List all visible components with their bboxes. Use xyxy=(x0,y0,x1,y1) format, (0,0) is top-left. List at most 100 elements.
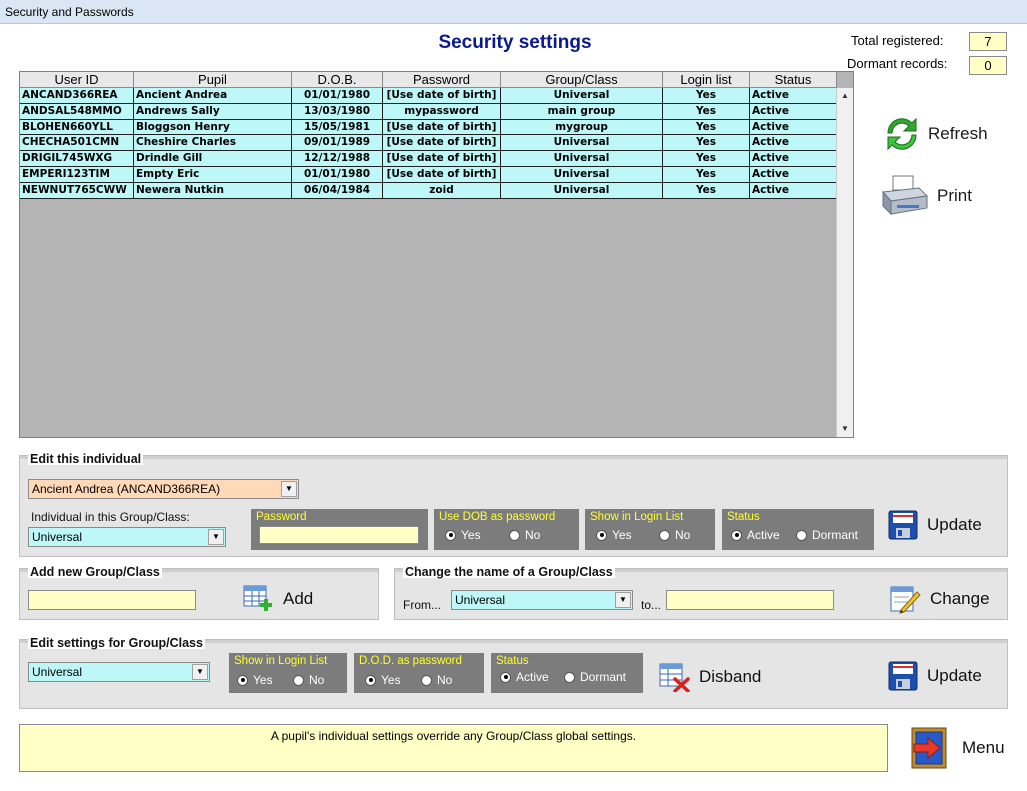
status-title: Status xyxy=(727,511,760,523)
add-table-icon xyxy=(243,585,272,611)
individual-group-select[interactable]: Universal ▼ xyxy=(28,527,226,547)
table-cell[interactable]: [Use date of birth] xyxy=(383,151,501,167)
login-yes-radio[interactable]: Yes xyxy=(596,528,632,542)
update-group-button[interactable]: Update xyxy=(888,661,982,691)
chevron-down-icon[interactable]: ▼ xyxy=(615,592,631,608)
table-row[interactable]: EMPERI123TIM Empty Eric 01/01/1980 [Use dat… xyxy=(20,166,837,183)
table-cell[interactable]: Yes xyxy=(663,182,750,199)
print-button[interactable]: Print xyxy=(879,174,972,218)
status-active-radio[interactable]: Active xyxy=(731,528,780,542)
individual-select[interactable]: Ancient Andrea (ANCAND366REA) ▼ xyxy=(28,479,299,499)
table-cell[interactable]: Active xyxy=(750,151,837,167)
table-cell[interactable]: Yes xyxy=(663,135,750,152)
table-cell[interactable]: NEWNUT765CWW xyxy=(20,182,134,199)
update-individual-button[interactable]: Update xyxy=(888,510,982,540)
table-cell[interactable]: Active xyxy=(750,119,837,136)
grid-vertical-scrollbar[interactable]: ▲ ▼ xyxy=(836,88,853,437)
table-cell[interactable]: ANCAND366REA xyxy=(20,88,134,104)
table-cell[interactable]: CHECHA501CMN xyxy=(20,135,134,152)
table-cell[interactable]: 01/01/1980 xyxy=(292,166,383,183)
table-cell[interactable]: Drindle Gill xyxy=(134,151,292,167)
group-status-active-radio[interactable]: Active xyxy=(500,670,549,684)
table-cell[interactable]: Active xyxy=(750,182,837,199)
group-login-no-radio[interactable]: No xyxy=(293,673,324,687)
table-cell[interactable]: Bloggson Henry xyxy=(134,119,292,136)
table-row[interactable]: NEWNUT765CWW Newera Nutkin 06/04/1984 zoid U… xyxy=(20,182,837,199)
table-cell[interactable]: zoid xyxy=(383,182,501,199)
table-cell[interactable]: mygroup xyxy=(501,119,663,136)
table-cell[interactable]: Ancient Andrea xyxy=(134,88,292,104)
dob-yes-radio[interactable]: Yes xyxy=(445,528,481,542)
table-cell[interactable]: 01/01/1980 xyxy=(292,88,383,104)
table-cell[interactable]: Universal xyxy=(501,166,663,183)
table-row[interactable]: CHECHA501CMN Cheshire Charles 09/01/1989 [U… xyxy=(20,135,837,152)
table-cell[interactable]: Newera Nutkin xyxy=(134,182,292,199)
from-group-select[interactable]: Universal ▼ xyxy=(451,590,633,610)
col-group-class[interactable]: Group/Class xyxy=(501,72,663,88)
scroll-up-icon[interactable]: ▲ xyxy=(837,88,853,104)
table-cell[interactable]: 12/12/1988 xyxy=(292,151,383,167)
dob-no-radio[interactable]: No xyxy=(509,528,540,542)
group-login-yes-radio[interactable]: Yes xyxy=(237,673,273,687)
table-cell[interactable]: 13/03/1980 xyxy=(292,103,383,120)
pupil-grid[interactable]: User ID Pupil D.O.B. Password Group/Clas… xyxy=(19,71,854,438)
group-dob-no-radio[interactable]: No xyxy=(421,673,452,687)
table-row[interactable]: DRIGIL745WXG Drindle Gill 12/12/1988 [Use d… xyxy=(20,151,837,167)
table-cell[interactable]: Universal xyxy=(501,151,663,167)
table-cell[interactable]: [Use date of birth] xyxy=(383,119,501,136)
table-cell[interactable]: Universal xyxy=(501,135,663,152)
chevron-down-icon[interactable]: ▼ xyxy=(192,664,208,680)
table-row[interactable]: ANDSAL548MMO Andrews Sally 13/03/1980 mypas… xyxy=(20,103,837,120)
table-cell[interactable]: 06/04/1984 xyxy=(292,182,383,199)
table-cell[interactable]: Active xyxy=(750,88,837,104)
table-cell[interactable]: DRIGIL745WXG xyxy=(20,151,134,167)
table-cell[interactable]: 15/05/1981 xyxy=(292,119,383,136)
change-group-button[interactable]: Change xyxy=(889,584,990,614)
table-cell[interactable]: Universal xyxy=(501,88,663,104)
table-row[interactable]: ANCAND366REA Ancient Andrea 01/01/1980 [Use… xyxy=(20,88,837,104)
table-cell[interactable]: Active xyxy=(750,166,837,183)
table-row[interactable]: BLOHEN660YLL Bloggson Henry 15/05/1981 [Use… xyxy=(20,119,837,136)
table-cell[interactable]: mypassword xyxy=(383,103,501,120)
refresh-button[interactable]: Refresh xyxy=(884,115,988,153)
table-cell[interactable]: Yes xyxy=(663,88,750,104)
col-dob[interactable]: D.O.B. xyxy=(292,72,383,88)
table-cell[interactable]: BLOHEN660YLL xyxy=(20,119,134,136)
status-dormant-radio[interactable]: Dormant xyxy=(796,528,858,542)
table-cell[interactable]: EMPERI123TIM xyxy=(20,166,134,183)
chevron-down-icon[interactable]: ▼ xyxy=(281,481,297,497)
table-cell[interactable]: Yes xyxy=(663,119,750,136)
col-status[interactable]: Status xyxy=(750,72,837,88)
chevron-down-icon[interactable]: ▼ xyxy=(208,529,224,545)
table-cell[interactable]: Active xyxy=(750,103,837,120)
password-input[interactable] xyxy=(259,526,419,544)
group-status-dormant-radio[interactable]: Dormant xyxy=(564,670,626,684)
new-group-input[interactable] xyxy=(28,590,196,610)
col-password[interactable]: Password xyxy=(383,72,501,88)
table-cell[interactable]: main group xyxy=(501,103,663,120)
table-cell[interactable]: 09/01/1989 xyxy=(292,135,383,152)
to-group-input[interactable] xyxy=(666,590,834,610)
add-group-button[interactable]: Add xyxy=(242,584,313,614)
table-cell[interactable]: Yes xyxy=(663,103,750,120)
col-pupil[interactable]: Pupil xyxy=(134,72,292,88)
table-cell[interactable]: Empty Eric xyxy=(134,166,292,183)
table-cell[interactable]: [Use date of birth] xyxy=(383,135,501,152)
scroll-down-icon[interactable]: ▼ xyxy=(837,421,853,437)
table-cell[interactable]: Andrews Sally xyxy=(134,103,292,120)
menu-button[interactable]: Menu xyxy=(910,726,1005,770)
table-cell[interactable]: Yes xyxy=(663,166,750,183)
edit-group-select[interactable]: Universal ▼ xyxy=(28,662,210,682)
col-login-list[interactable]: Login list xyxy=(663,72,750,88)
disband-button[interactable]: Disband xyxy=(658,662,761,692)
col-user-id[interactable]: User ID xyxy=(20,72,134,88)
group-dob-yes-radio[interactable]: Yes xyxy=(365,673,401,687)
login-no-radio[interactable]: No xyxy=(659,528,690,542)
table-cell[interactable]: ANDSAL548MMO xyxy=(20,103,134,120)
table-cell[interactable]: Cheshire Charles xyxy=(134,135,292,152)
table-cell[interactable]: [Use date of birth] xyxy=(383,166,501,183)
table-cell[interactable]: Universal xyxy=(501,182,663,199)
table-cell[interactable]: Yes xyxy=(663,151,750,167)
table-cell[interactable]: Active xyxy=(750,135,837,152)
table-cell[interactable]: [Use date of birth] xyxy=(383,88,501,104)
